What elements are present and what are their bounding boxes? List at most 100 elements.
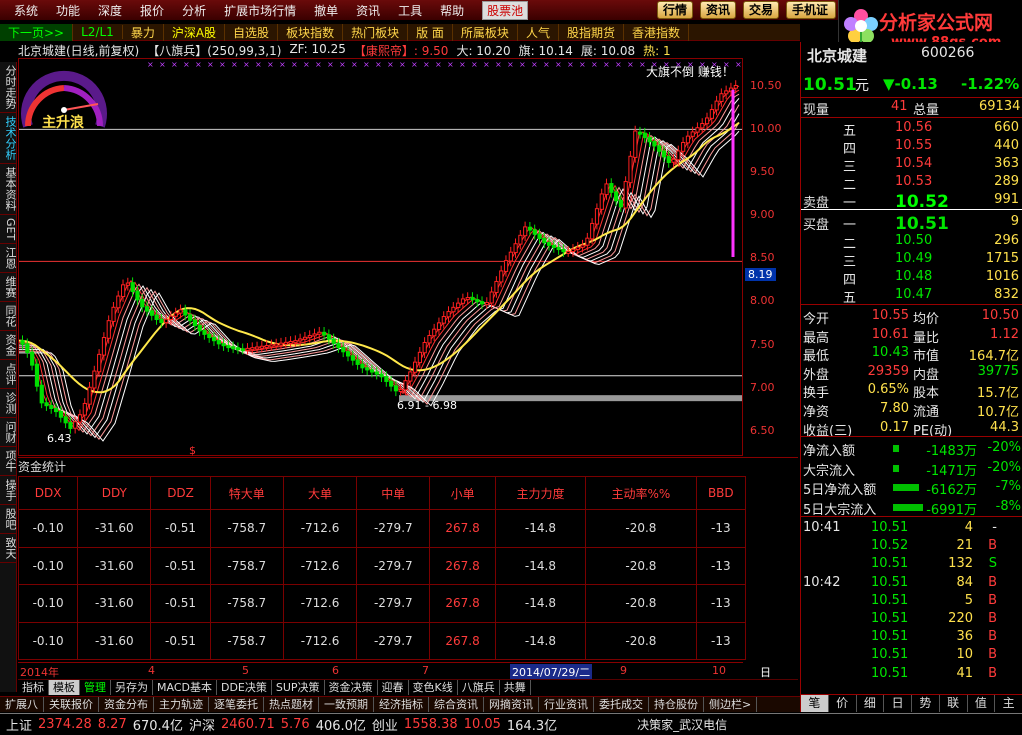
func-main-track[interactable]: 主力轨迹 bbox=[154, 697, 209, 712]
left-tab-tonghua[interactable]: 同花 bbox=[0, 302, 17, 332]
func-industry-news[interactable]: 行业资讯 bbox=[539, 697, 594, 712]
left-tab-technical[interactable]: 技术分析 bbox=[0, 113, 17, 164]
left-tab-fundamentals[interactable]: 基本资料 bbox=[0, 164, 17, 215]
hs-index-value[interactable]: 2460.71 bbox=[221, 717, 275, 732]
tab-hushen-a[interactable]: 沪深A股 bbox=[164, 23, 226, 41]
quote-row[interactable]: 三 10.54 363 bbox=[801, 155, 1022, 175]
ind-tab-template[interactable]: 模板 bbox=[49, 680, 80, 695]
quote-tab-trend[interactable]: 势 bbox=[912, 695, 940, 712]
left-tab-funds[interactable]: 资金 bbox=[0, 331, 17, 361]
quote-row[interactable]: 10.51 10 B bbox=[801, 646, 1022, 664]
tab-watchlist[interactable]: 自选股 bbox=[225, 23, 279, 41]
func-web-news[interactable]: 网摘资讯 bbox=[484, 697, 539, 712]
ind-tab-dde[interactable]: DDE决策 bbox=[217, 680, 272, 695]
quote-tab-detail[interactable]: 细 bbox=[857, 695, 885, 712]
func-positions[interactable]: 持仓股份 bbox=[649, 697, 704, 712]
menu-item-analysis[interactable]: 分析 bbox=[182, 2, 206, 19]
quote-tab-tick[interactable]: 笔 bbox=[801, 695, 829, 712]
menu-item-quote[interactable]: 报价 bbox=[140, 2, 164, 19]
table-row[interactable]: -0.10 -31.60 -0.51 -758.7 -712.6 -279.7 267.8-… bbox=[17, 546, 747, 585]
func-general-news[interactable]: 综合资讯 bbox=[429, 697, 484, 712]
kline-chart-svg[interactable]: × × × × × × × × × × × × × × × × × × × × × × × × × × × × × × × × × × × × × × × ×… bbox=[18, 59, 742, 455]
quote-row[interactable]: 10:41 10.51 4 - bbox=[801, 519, 1022, 537]
ind-tab-indicator[interactable]: 指标 bbox=[18, 680, 49, 695]
func-consensus[interactable]: 一致预期 bbox=[319, 697, 374, 712]
quote-row[interactable]: 今开 10.55 均价 10.50 bbox=[801, 307, 1022, 327]
quote-row[interactable]: 大宗流入 -1471万 -20% bbox=[801, 459, 1022, 479]
quote-row[interactable]: 三 10.49 1715 bbox=[801, 250, 1022, 270]
menu-item-news[interactable]: 资讯 bbox=[356, 2, 380, 19]
quote-row[interactable]: 收益(三) 0.17 PE(动) 44.3 bbox=[801, 419, 1022, 439]
quote-row[interactable]: 卖盘一 10.52 991 bbox=[801, 191, 1022, 212]
ind-tab-manage[interactable]: 管理 bbox=[80, 680, 111, 695]
trade-button[interactable]: 交易 bbox=[743, 1, 780, 19]
quote-row[interactable]: 净流入额 -1483万 -20% bbox=[801, 439, 1022, 459]
left-tab-gann[interactable]: 江恩 bbox=[0, 244, 17, 274]
quote-tab-value[interactable]: 值 bbox=[968, 695, 996, 712]
menu-item-function[interactable]: 功能 bbox=[56, 2, 80, 19]
menu-item-help[interactable]: 帮助 bbox=[440, 2, 464, 19]
quote-tab-link[interactable]: 联 bbox=[940, 695, 968, 712]
func-economic[interactable]: 经济指标 bbox=[374, 697, 429, 712]
ind-tab-yingchun[interactable]: 迎春 bbox=[378, 680, 409, 695]
func-sidebar[interactable]: 侧边栏> bbox=[704, 697, 758, 712]
quote-tab-price[interactable]: 价 bbox=[829, 695, 857, 712]
func-related-quote[interactable]: 关联报价 bbox=[44, 697, 99, 712]
tab-belonging-sector[interactable]: 所属板块 bbox=[453, 23, 518, 41]
menu-item-depth[interactable]: 深度 bbox=[98, 2, 122, 19]
quote-button[interactable]: 行情 bbox=[657, 1, 694, 19]
left-tab-zhitian[interactable]: 致天 bbox=[0, 534, 17, 564]
table-row[interactable]: -0.10 -31.60 -0.51 -758.7 -712.6 -279.7 267.8-… bbox=[17, 621, 747, 660]
tab-hot-sector[interactable]: 热门板块 bbox=[343, 23, 409, 41]
quote-row[interactable]: 10.51 132 S bbox=[801, 555, 1022, 573]
left-tab-guba[interactable]: 股吧 bbox=[0, 505, 17, 535]
menu-item-system[interactable]: 系统 bbox=[14, 2, 38, 19]
tab-sector-index[interactable]: 板块指数 bbox=[278, 23, 344, 41]
menu-item-extended-market[interactable]: 扩展市场行情 bbox=[224, 2, 296, 19]
left-tab-intraday[interactable]: 分时走势 bbox=[0, 62, 17, 113]
func-tick-order[interactable]: 逐笔委托 bbox=[209, 697, 264, 712]
tab-layout[interactable]: 版 面 bbox=[408, 23, 453, 41]
tab-hk-index[interactable]: 香港指数 bbox=[624, 23, 689, 41]
quote-row[interactable]: 外盘 29359 内盘 39775 bbox=[801, 363, 1022, 383]
left-tab-wencai[interactable]: 问财 bbox=[0, 418, 17, 448]
tab-l2l1[interactable]: L2/L1 bbox=[73, 25, 123, 39]
quote-row[interactable]: 净资 7.80 流通 10.7亿 bbox=[801, 400, 1022, 420]
left-tab-review[interactable]: 点评 bbox=[0, 360, 17, 390]
sh-index-value[interactable]: 2374.28 bbox=[38, 717, 92, 732]
quote-row[interactable]: 10.51 220 B bbox=[801, 610, 1022, 628]
indicator-params[interactable]: 【八旗兵】(250,99,3,1) bbox=[147, 42, 281, 58]
quote-row[interactable]: 10.52 21 B bbox=[801, 537, 1022, 555]
menu-item-cancel-order[interactable]: 撤单 bbox=[314, 2, 338, 19]
quote-row[interactable]: 10:42 10.51 84 B bbox=[801, 574, 1022, 592]
ind-tab-baqibing[interactable]: 八旗兵 bbox=[458, 680, 500, 695]
quote-row[interactable]: 四 10.48 1016 bbox=[801, 268, 1022, 288]
quote-row[interactable]: 五 10.47 832 bbox=[801, 286, 1022, 306]
tab-baoli[interactable]: 暴力 bbox=[123, 23, 164, 41]
quote-row[interactable]: 四 10.55 440 bbox=[801, 137, 1022, 157]
quote-row[interactable]: 五 10.56 660 bbox=[801, 119, 1022, 139]
cy-index-value[interactable]: 1558.38 bbox=[404, 717, 458, 732]
table-row[interactable]: -0.10 -31.60 -0.51 -758.7 -712.6 -279.7 267.8-… bbox=[17, 584, 747, 623]
left-tab-weisai[interactable]: 维赛 bbox=[0, 273, 17, 303]
quote-row[interactable]: 二 10.53 289 bbox=[801, 173, 1022, 193]
ind-tab-sup[interactable]: SUP决策 bbox=[272, 680, 325, 695]
menu-item-stock-pool[interactable]: 股票池 bbox=[482, 0, 529, 20]
quote-row[interactable]: 10.51 36 B bbox=[801, 628, 1022, 646]
news-button[interactable]: 资讯 bbox=[700, 1, 737, 19]
quote-row[interactable]: 二 10.50 296 bbox=[801, 232, 1022, 252]
left-tab-diagnosis[interactable]: 诊测 bbox=[0, 389, 17, 419]
ind-tab-color-kline[interactable]: 变色K线 bbox=[409, 680, 458, 695]
func-expand[interactable]: 扩展八 bbox=[0, 697, 44, 712]
table-row[interactable]: -0.10 -31.60 -0.51 -758.7 -712.6 -279.7 267.8-… bbox=[17, 509, 747, 548]
left-tab-get[interactable]: GET bbox=[0, 215, 17, 245]
quote-row[interactable]: 买盘一 10.51 9 bbox=[801, 213, 1022, 234]
left-tab-caoshou[interactable]: 操手 bbox=[0, 476, 17, 506]
func-hot-topics[interactable]: 热点题材 bbox=[264, 697, 319, 712]
kline-chart-area[interactable]: × × × × × × × × × × × × × × × × × × × × × × × × × × × × × × × × × × × × × × × ×… bbox=[18, 58, 743, 457]
mobile-button[interactable]: 手机证 bbox=[786, 1, 836, 19]
tab-popularity[interactable]: 人气 bbox=[518, 23, 559, 41]
func-fund-distribution[interactable]: 资金分布 bbox=[99, 697, 154, 712]
quote-tab-main[interactable]: 主 bbox=[995, 695, 1022, 712]
tab-index-futures[interactable]: 股指期货 bbox=[559, 23, 624, 41]
